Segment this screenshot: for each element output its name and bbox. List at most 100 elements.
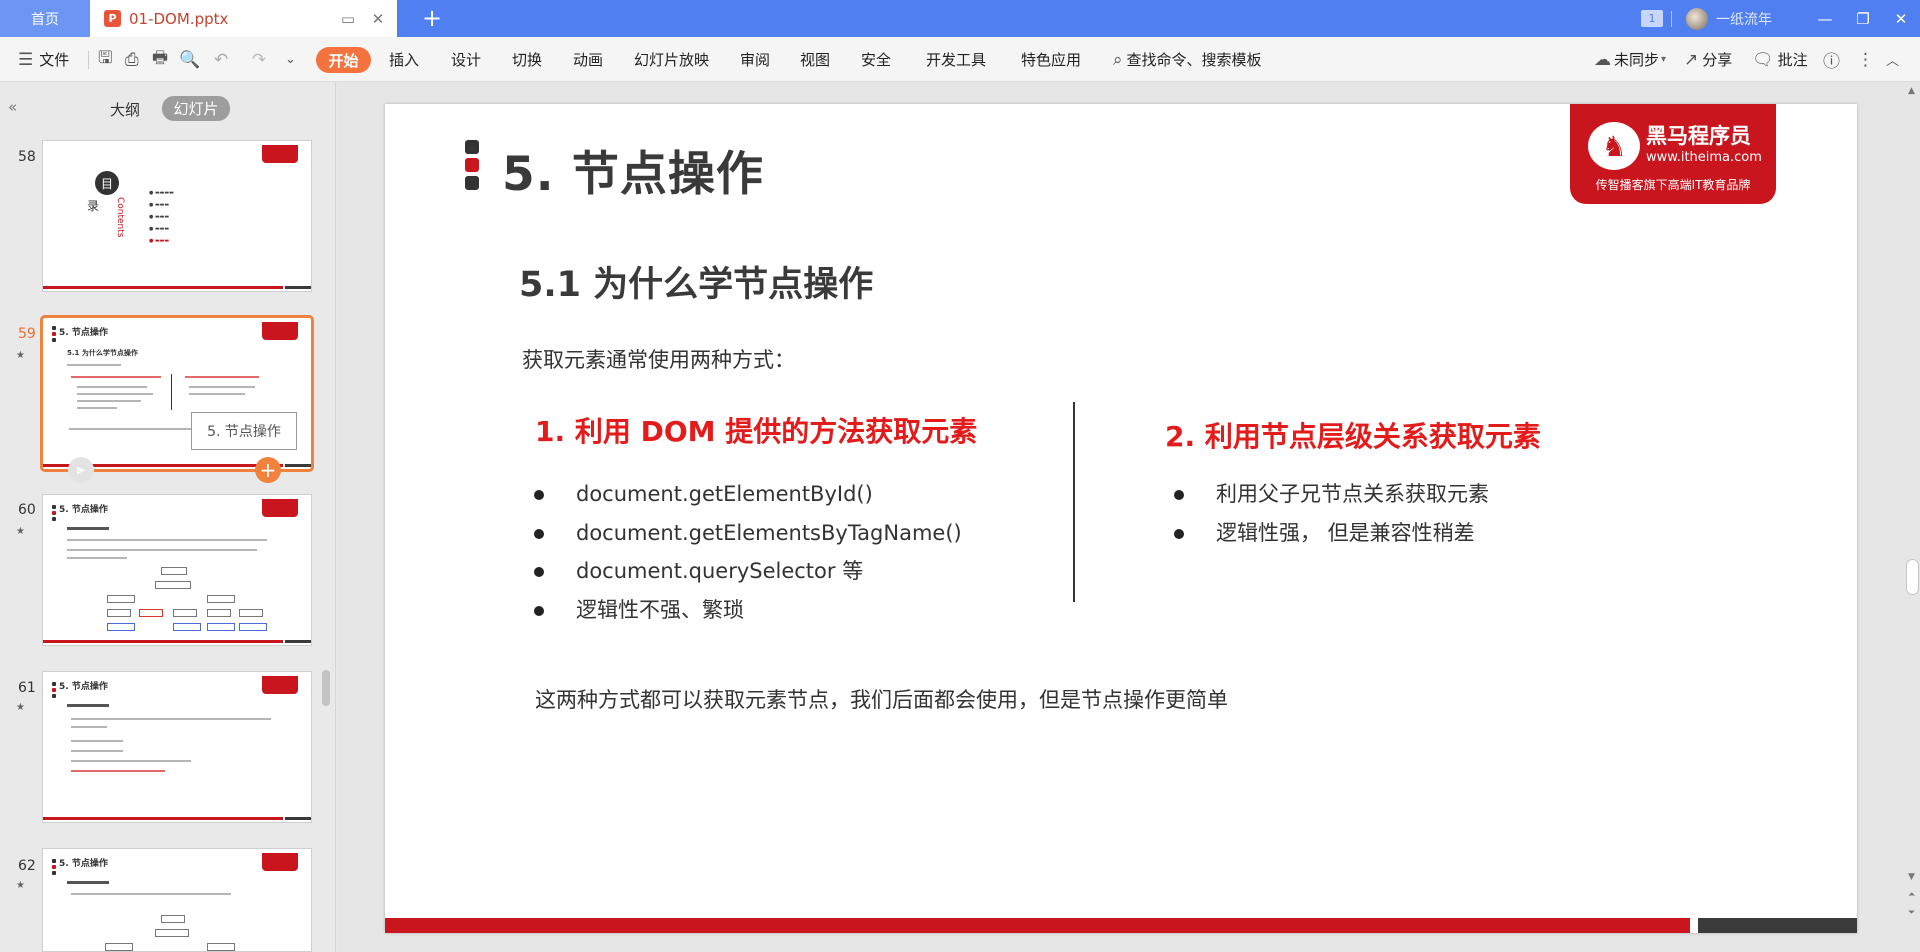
thumb-text <box>71 718 271 720</box>
redo-icon[interactable]: ↷ <box>252 37 266 82</box>
avatar[interactable] <box>1686 7 1708 30</box>
undo-icon[interactable]: ↶ <box>214 37 228 82</box>
tab-start[interactable]: 开始 <box>316 47 371 73</box>
thumb-text <box>67 549 257 551</box>
slide-intro-text[interactable]: 获取元素通常使用两种方式： <box>522 344 795 374</box>
add-slide-icon[interactable]: + <box>255 457 281 483</box>
command-search-label: 查找命令、搜索模板 <box>1126 51 1262 69</box>
collapse-pane-icon[interactable]: « <box>8 98 17 116</box>
comment-button[interactable]: 🗨 批注 <box>1752 37 1808 82</box>
thumb-diagram-node <box>173 609 197 617</box>
monitor-icon[interactable]: ▭ <box>337 8 359 30</box>
output-icon[interactable]: ⎙ <box>125 37 139 82</box>
thumb-diagram-node <box>161 567 187 575</box>
file-menu-label: 文件 <box>39 51 70 69</box>
collapse-ribbon-icon[interactable]: ︿ <box>1886 37 1899 82</box>
thumb-footer-bar-dark <box>285 817 311 820</box>
slides-view-tab[interactable]: 幻灯片 <box>162 96 230 121</box>
previous-slide-icon[interactable]: ⏶ <box>1908 890 1915 900</box>
comment-icon: 🗨 <box>1752 49 1774 70</box>
new-tab-button[interactable]: + <box>418 4 446 32</box>
slide-thumbnail-62[interactable]: 5. 节点操作 <box>42 848 312 952</box>
left-bullet-list[interactable]: document.getElementById() document.getEl… <box>530 475 962 629</box>
thumb-logo <box>262 145 298 163</box>
current-slide[interactable]: 5. 节点操作 ♞ 黑马程序员 www.itheima.com 传智播客旗下高端… <box>385 104 1857 933</box>
file-menu-button[interactable]: ☰ 文件 <box>18 37 69 82</box>
scrollbar-thumb[interactable] <box>322 670 330 706</box>
tab-insert[interactable]: 插入 <box>389 37 419 82</box>
scroll-down-icon[interactable]: ▼ <box>1908 872 1915 882</box>
thumb-logo <box>262 499 298 517</box>
thumb-text <box>77 393 153 395</box>
scrollbar-thumb[interactable] <box>1906 559 1919 595</box>
slide-thumbnail-61[interactable]: 5. 节点操作 <box>42 671 312 823</box>
tab-review[interactable]: 审阅 <box>740 37 770 82</box>
slide-editor-canvas[interactable]: 5. 节点操作 ♞ 黑马程序员 www.itheima.com 传智播客旗下高端… <box>337 82 1920 952</box>
tab-features[interactable]: 特色应用 <box>1021 37 1081 82</box>
divider <box>1671 10 1672 27</box>
tab-security[interactable]: 安全 <box>861 37 891 82</box>
right-bullet-list[interactable]: 利用父子兄节点关系获取元素 逻辑性强， 但是兼容性稍差 <box>1170 475 1489 552</box>
thumbnail-scrollbar[interactable] <box>322 122 332 952</box>
tab-document[interactable]: P 01-DOM.pptx ▭ ✕ <box>90 0 397 37</box>
close-tab-icon[interactable]: ✕ <box>367 8 389 30</box>
thumb-text <box>67 539 267 541</box>
thumb-text <box>67 527 109 530</box>
sync-status-label: 未同步 <box>1614 51 1660 69</box>
scroll-up-icon[interactable]: ▲ <box>1908 86 1915 96</box>
tab-animation[interactable]: 动画 <box>573 37 603 82</box>
logo-slogan: 传智播客旗下高端IT教育品牌 <box>1595 178 1751 192</box>
thumb-footer-bar <box>43 817 283 820</box>
thumb-diagram-node <box>105 943 133 951</box>
save-icon[interactable]: 🖫 <box>98 37 112 82</box>
restore-icon[interactable]: ❐ <box>1844 0 1882 37</box>
logo-brand: 黑马程序员 <box>1646 124 1751 148</box>
chevron-down-icon[interactable]: ⌄ <box>285 37 296 82</box>
help-icon[interactable]: ⓘ <box>1823 37 1840 82</box>
slide-thumbnail-60[interactable]: 5. 节点操作 <box>42 494 312 646</box>
thumb-text <box>71 770 165 772</box>
close-window-icon[interactable]: ✕ <box>1882 0 1920 37</box>
left-heading[interactable]: 1. 利用 DOM 提供的方法获取元素 <box>535 410 977 450</box>
thumb-text <box>189 386 255 388</box>
thumb-text <box>67 704 109 707</box>
more-options-icon[interactable]: ⋮ <box>1857 37 1874 82</box>
username[interactable]: 一纸流年 <box>1716 9 1772 29</box>
thumb-text <box>77 386 147 388</box>
thumb-text <box>67 881 109 884</box>
thumb-footer-bar-dark <box>285 286 311 289</box>
thumb-footer-bar-dark <box>285 464 311 467</box>
sync-status-button[interactable]: ☁ 未同步 ▾ <box>1594 37 1666 82</box>
slide-thumbnail-58[interactable]: 目 录 Contents ● ▬▬▬▬ ● ▬▬▬ ● ▬▬▬ ● ▬▬▬ ● ▬▬▬ <box>42 140 312 292</box>
brand-logo: ♞ 黑马程序员 www.itheima.com 传智播客旗下高端IT教育品牌 <box>1570 104 1776 204</box>
tab-slideshow[interactable]: 幻灯片放映 <box>634 37 709 82</box>
tab-transition[interactable]: 切换 <box>512 37 542 82</box>
footer-bar <box>385 918 1690 933</box>
thumb-text <box>71 750 123 752</box>
thumb-text <box>71 726 107 728</box>
list-item: 逻辑性强， 但是兼容性稍差 <box>1170 514 1489 553</box>
title-bar: 首页 P 01-DOM.pptx ▭ ✕ + 1 一纸流年 — ❐ ✕ <box>0 0 1920 37</box>
command-search[interactable]: ⌕ 查找命令、搜索模板 <box>1113 37 1262 82</box>
slide-title[interactable]: 5. 节点操作 <box>502 135 764 204</box>
tab-view[interactable]: 视图 <box>800 37 830 82</box>
thumb-diagram-node <box>239 609 263 617</box>
print-preview-icon[interactable]: 🔍 <box>179 37 200 82</box>
tab-developer[interactable]: 开发工具 <box>926 37 986 82</box>
slide-subtitle[interactable]: 5.1 为什么学节点操作 <box>519 256 873 307</box>
print-icon[interactable]: 🖶 <box>152 37 168 82</box>
share-button[interactable]: ↗ 分享 <box>1684 37 1732 82</box>
thumb-title: 5. 节点操作 <box>59 859 108 869</box>
tab-home[interactable]: 首页 <box>0 0 90 37</box>
outline-view-tab[interactable]: 大纲 <box>110 99 140 120</box>
next-slide-icon[interactable]: ⏷ <box>1908 908 1915 918</box>
play-slide-icon[interactable]: ▶ <box>68 457 94 483</box>
minimize-icon[interactable]: — <box>1806 0 1844 37</box>
right-heading[interactable]: 2. 利用节点层级关系获取元素 <box>1165 415 1541 455</box>
window-count-badge[interactable]: 1 <box>1641 10 1663 27</box>
tab-design[interactable]: 设计 <box>451 37 481 82</box>
editor-scrollbar[interactable]: ▲ ▼ ⏶ ⏷ <box>1905 82 1920 952</box>
thumb-text <box>67 364 121 366</box>
slide-footer-text[interactable]: 这两种方式都可以获取元素节点，我们后面都会使用，但是节点操作更简单 <box>535 684 1228 714</box>
thumbnail-tooltip: 5. 节点操作 <box>191 412 297 450</box>
